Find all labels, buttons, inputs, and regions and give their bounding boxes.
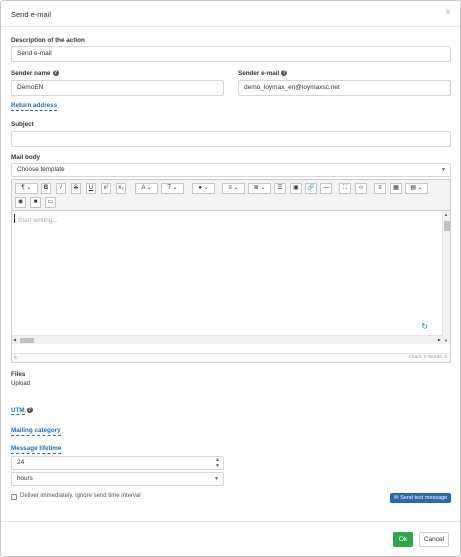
lifetime-value: 24	[17, 459, 25, 466]
help-icon[interactable]: ?	[52, 70, 59, 77]
mail-body-label: Mail body	[11, 154, 41, 161]
vertical-scroll-thumb[interactable]	[444, 221, 450, 231]
files-label: Files	[11, 371, 26, 378]
insert-link-icon[interactable]: 🔗	[305, 183, 317, 194]
editor-content-area[interactable]: Start writing... ↻ ▲ ▼ ◀ ▶	[12, 211, 450, 344]
subject-label: Subject	[11, 121, 34, 128]
description-input[interactable]: Send e-mail	[11, 46, 451, 62]
text-color-button[interactable]: ● ⌄	[192, 183, 215, 194]
footer-divider	[1, 521, 460, 522]
lifetime-unit-select[interactable]: hours ▼	[11, 472, 224, 486]
strikethrough-button[interactable]: S	[71, 183, 81, 194]
fullscreen-icon[interactable]: ⛶	[339, 183, 351, 194]
editor-placeholder: Start writing...	[18, 217, 58, 224]
message-lifetime-link[interactable]: Message lifetime	[11, 445, 62, 454]
more-options-button[interactable]: ▤ ⌄	[405, 183, 428, 194]
description-label: Description of the action	[11, 37, 85, 44]
utm-link[interactable]: UTM?	[11, 407, 33, 415]
text-cursor	[14, 214, 15, 223]
chevron-down-icon: ▼	[441, 167, 446, 173]
bookmark-icon[interactable]: ■	[30, 197, 41, 208]
horizontal-line-icon[interactable]: —	[320, 183, 332, 194]
deliver-immediately-label: Deliver immediately, ignore send time in…	[20, 493, 141, 499]
device-preview-icon[interactable]: ▭	[45, 197, 56, 208]
editor-toolbar: ¶ ⌄ B I S U x² x₂ A ⌄ T ⌄ ● ⌄ ≡ ⌄ ≣ ⌄ ☰ …	[12, 180, 450, 211]
lifetime-value-input[interactable]: 24 ▲ ▼	[11, 456, 224, 470]
align-button[interactable]: ☰	[274, 183, 286, 194]
insert-image-icon[interactable]: ▣	[290, 183, 302, 194]
italic-button[interactable]: I	[56, 183, 66, 194]
table-icon[interactable]: ▦	[390, 183, 402, 194]
mailing-category-link[interactable]: Mailing category	[11, 427, 61, 436]
paragraph-format-button[interactable]: ¶ ⌄	[15, 183, 38, 194]
sender-email-input[interactable]: demo_loymax_en@loymaxsc.net	[238, 80, 451, 96]
word-count: Chars: 0 Words: 0	[408, 355, 447, 360]
resize-handle-icon[interactable]: ≡	[14, 355, 17, 361]
scroll-down-icon[interactable]: ▼	[444, 338, 448, 343]
horizontal-scroll-thumb[interactable]	[20, 338, 34, 343]
unordered-list-button[interactable]: ≡ ⌄	[222, 183, 245, 194]
send-test-message-button[interactable]: ✉ Send test message	[390, 493, 452, 503]
select-all-icon[interactable]: ≡	[374, 183, 386, 194]
superscript-button[interactable]: x²	[101, 183, 111, 194]
cancel-button[interactable]: Cancel	[419, 532, 449, 547]
send-email-modal: Send e-mail × Description of the action …	[0, 0, 461, 557]
loading-spinner-icon: ↻	[421, 322, 428, 331]
template-select[interactable]: Choose template ▼	[11, 163, 451, 177]
modal-header: Send e-mail ×	[1, 1, 460, 27]
ordered-list-button[interactable]: ≣ ⌄	[248, 183, 271, 194]
font-size-button[interactable]: T ⌄	[161, 183, 184, 194]
return-address-link[interactable]: Return address	[11, 102, 58, 111]
code-view-icon[interactable]: ‹›	[355, 183, 367, 194]
deliver-immediately-checkbox[interactable]	[11, 494, 17, 500]
font-family-button[interactable]: A ⌄	[135, 183, 158, 194]
help-icon[interactable]: ?	[26, 407, 33, 414]
ok-button[interactable]: Ok	[393, 532, 413, 547]
sender-name-label: Sender name?	[11, 70, 59, 77]
scroll-up-icon[interactable]: ▲	[444, 212, 448, 217]
vertical-scrollbar[interactable]: ▲ ▼	[442, 211, 450, 344]
underline-button[interactable]: U	[86, 183, 96, 194]
subject-input[interactable]	[11, 131, 451, 147]
sender-email-label: Sender e-mail?	[238, 70, 288, 77]
chevron-down-icon: ▼	[214, 476, 219, 482]
close-icon[interactable]: ×	[445, 8, 451, 18]
bold-button[interactable]: B	[41, 183, 51, 194]
scroll-left-icon[interactable]: ◀	[13, 337, 16, 342]
help-icon[interactable]: ?	[281, 70, 288, 77]
subscript-button[interactable]: x₂	[116, 183, 126, 194]
lifetime-unit-value: hours	[17, 475, 33, 482]
editor-statusbar: ≡ Chars: 0 Words: 0	[12, 353, 450, 362]
scroll-right-icon[interactable]: ▶	[438, 337, 441, 342]
utm-link-text[interactable]: UTM	[11, 407, 25, 415]
sender-name-label-text: Sender name	[11, 70, 51, 77]
upload-link[interactable]: Upload	[11, 381, 30, 387]
sender-name-input[interactable]: DemoEN	[11, 80, 224, 96]
horizontal-scrollbar[interactable]: ◀ ▶	[12, 335, 442, 344]
sender-email-label-text: Sender e-mail	[238, 70, 280, 77]
rich-text-editor: ¶ ⌄ B I S U x² x₂ A ⌄ T ⌄ ● ⌄ ≡ ⌄ ≣ ⌄ ☰ …	[11, 179, 451, 363]
preview-icon[interactable]: ◉	[15, 197, 26, 208]
template-select-value: Choose template	[17, 166, 65, 173]
send-test-message-label: Send test message	[400, 495, 448, 501]
stepper-down-icon[interactable]: ▼	[215, 463, 220, 469]
modal-title: Send e-mail	[11, 10, 52, 19]
